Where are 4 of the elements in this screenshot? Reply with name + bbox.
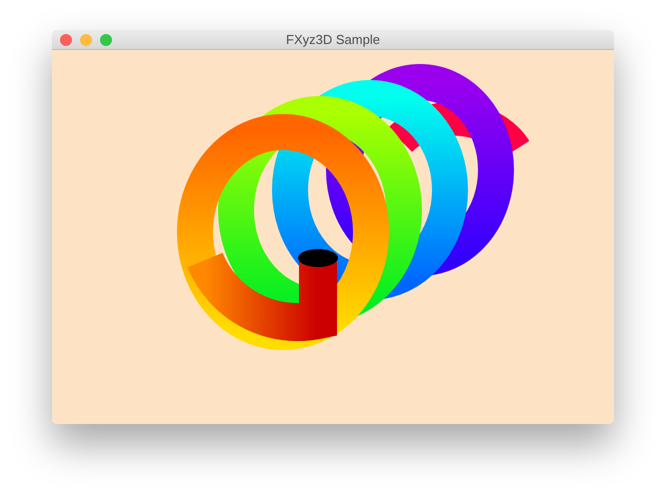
minimize-button[interactable] [80,34,92,46]
window-title: FXyz3D Sample [286,32,380,47]
zoom-button[interactable] [100,34,112,46]
close-button[interactable] [60,34,72,46]
